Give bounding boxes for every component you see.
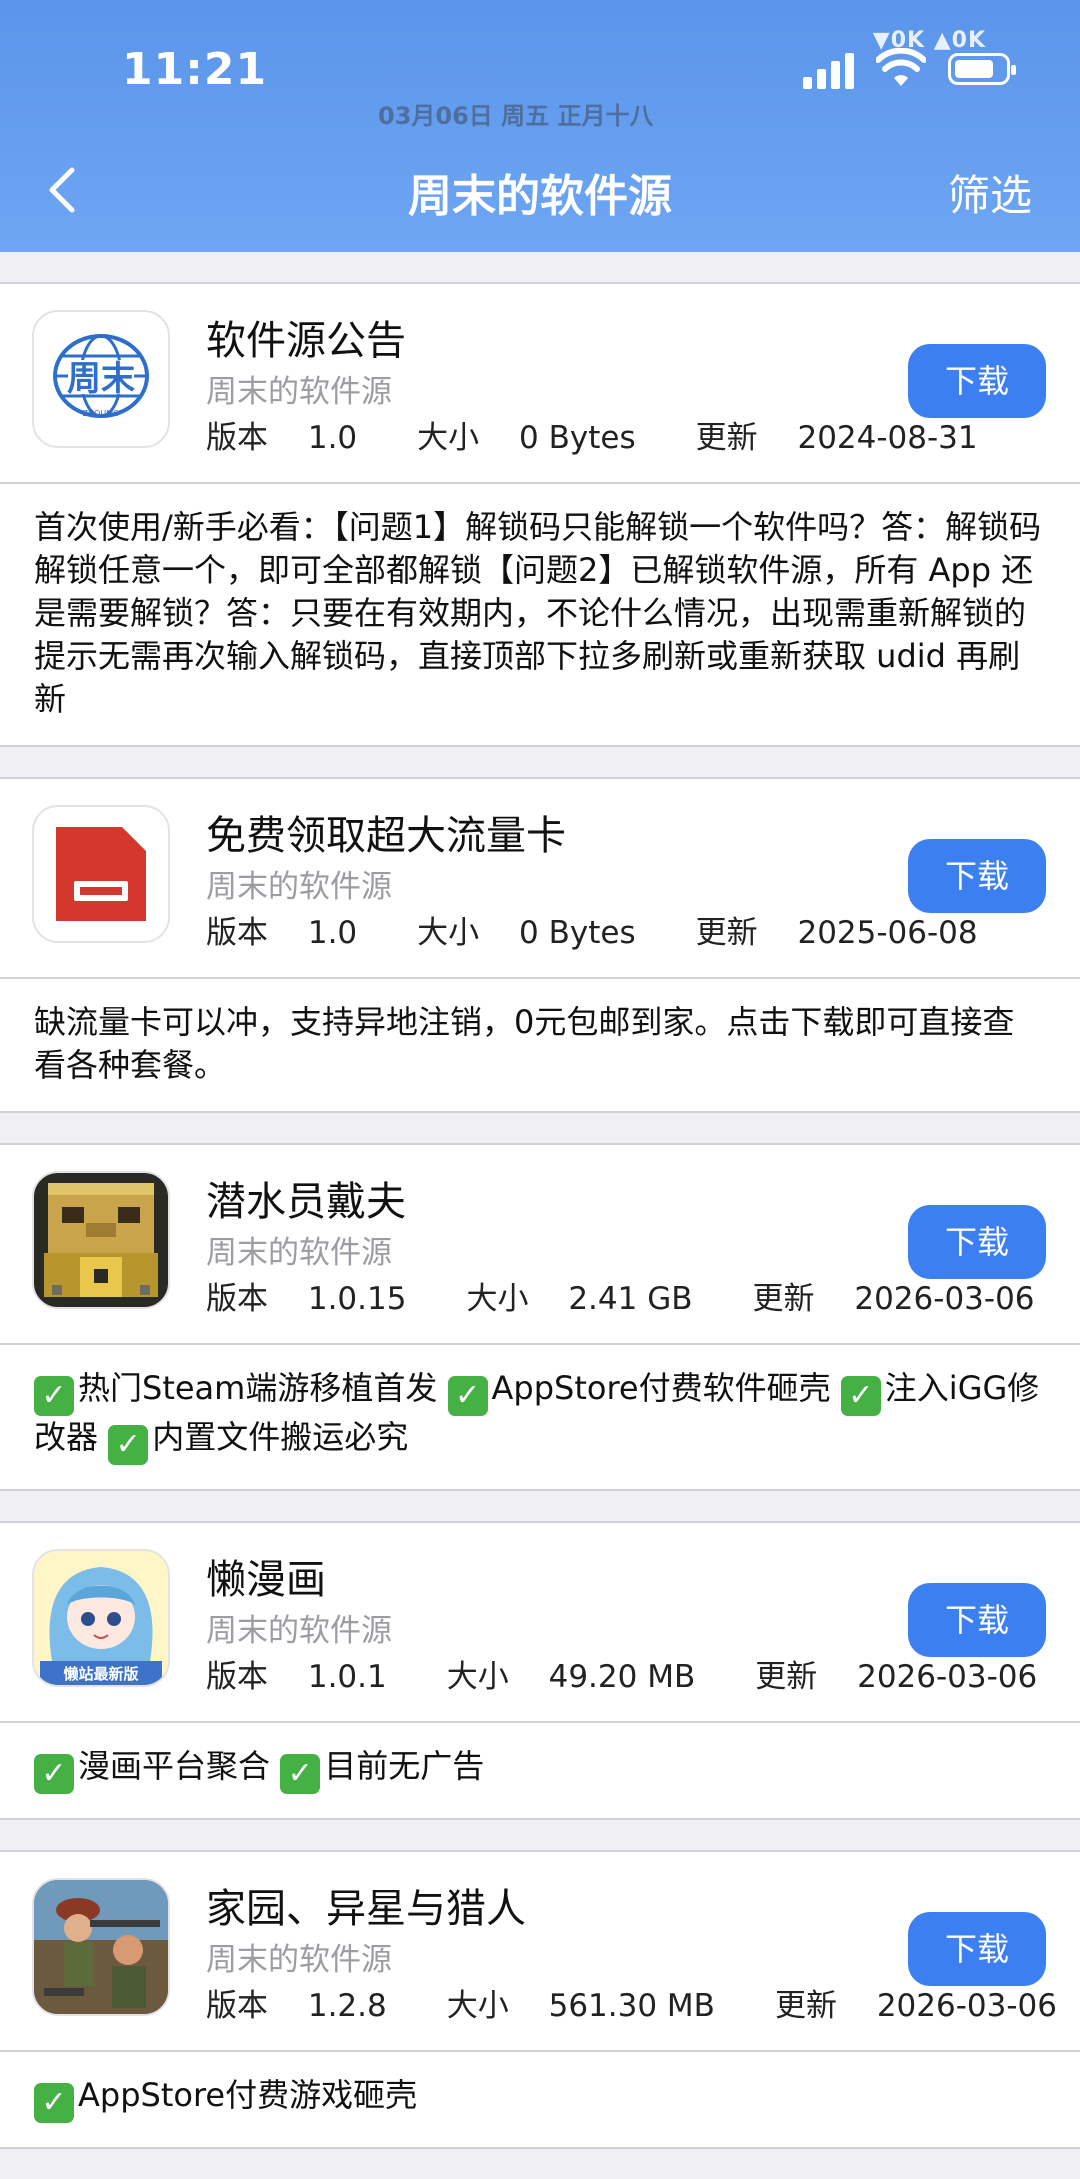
app-name: 软件源公告 [206, 318, 406, 364]
app-card: 免费领取超大流量卡 周末的软件源 版本 1.0 大小 0 Bytes 更新 2025… [0, 777, 1080, 1113]
check-icon: ✓ [34, 1376, 74, 1416]
check-icon: ✓ [34, 2083, 74, 2123]
app-meta: 版本 1.0 大小 0 Bytes 更新 2024-08-31 [206, 420, 978, 456]
battery-icon [948, 53, 1016, 85]
app-features: ✓ AppStore付费游戏砸壳 [0, 2050, 1080, 2147]
app-card: 懒站最新版 懒漫画 周末的软件源 版本 1.0.1 大小 49.20 MB 更新 2… [0, 1521, 1080, 1820]
check-icon: ✓ [447, 1376, 488, 1416]
app-meta: 版本 1.0.1 大小 49.20 MB 更新 2026-03-06 [206, 1659, 1038, 1695]
app-row[interactable]: 周末 ZHOUMO 软件源公告 周末的软件源 版本 1.0 大小 0 Bytes 更… [0, 284, 1080, 482]
app-meta: 版本 1.0 大小 0 Bytes 更新 2025-06-08 [206, 915, 978, 951]
check-icon: ✓ [34, 1754, 74, 1794]
status-date: 03月06日 周五 正月十八 [378, 102, 654, 130]
wifi-icon [876, 48, 926, 86]
sim-card-icon [32, 805, 170, 943]
app-source: 周末的软件源 [206, 1613, 392, 1649]
app-row[interactable]: 潜水员戴夫 周末的软件源 版本 1.0.15 大小 2.41 GB 更新 2026-… [0, 1145, 1080, 1343]
header: 11:21 03月06日 周五 正月十八 ▼0K ▲0K 周末的软件源 筛选 [0, 0, 1080, 252]
app-row[interactable]: 免费领取超大流量卡 周末的软件源 版本 1.0 大小 0 Bytes 更新 2025… [0, 779, 1080, 977]
app-card: 潜水员戴夫 周末的软件源 版本 1.0.15 大小 2.41 GB 更新 2026-… [0, 1143, 1080, 1491]
app-card: 周末 ZHOUMO 软件源公告 周末的软件源 版本 1.0 大小 0 Bytes 更… [0, 282, 1080, 747]
app-meta: 版本 1.0.15 大小 2.41 GB 更新 2026-03-06 [206, 1281, 1035, 1317]
feature-item: ✓ AppStore付费游戏砸壳 [34, 2076, 417, 2123]
app-name: 家园、异星与猎人 [206, 1886, 526, 1932]
app-name: 潜水员戴夫 [206, 1179, 406, 1225]
app-features: ✓ 漫画平台聚合 ✓ 目前无广告 [0, 1721, 1080, 1818]
app-name: 免费领取超大流量卡 [206, 813, 566, 859]
check-icon: ✓ [108, 1425, 149, 1465]
app-features: ✓ 热门Steam端游移植首发 ✓ AppStore付费软件砸壳 ✓ 注入iGG修改器… [0, 1343, 1080, 1489]
app-row[interactable]: 懒站最新版 懒漫画 周末的软件源 版本 1.0.1 大小 49.20 MB 更新 2… [0, 1523, 1080, 1721]
check-icon: ✓ [840, 1376, 881, 1416]
feature-item: ✓ 内置文件搬运必究 [108, 1418, 408, 1465]
feature-item: ✓ 热门Steam端游移植首发 [34, 1369, 437, 1416]
download-button[interactable]: 下载 [908, 839, 1046, 913]
app-description: 首次使用/新手必看：【问题1】解锁码只能解锁一个软件吗？答：解锁码解锁任意一个，… [0, 482, 1080, 745]
app-list: 周末 ZHOUMO 软件源公告 周末的软件源 版本 1.0 大小 0 Bytes 更… [0, 282, 1080, 2179]
diver-dave-icon [32, 1171, 170, 1309]
status-time: 11:21 [122, 44, 268, 95]
status-icons [803, 48, 1016, 90]
app-meta: 版本 1.2.8 大小 561.30 MB 更新 2026-03-06 [206, 1988, 1057, 2024]
feature-item: ✓ AppStore付费软件砸壳 [447, 1369, 831, 1416]
app-source: 周末的软件源 [206, 1235, 392, 1271]
app-description: 缺流量卡可以冲，支持异地注销，0元包邮到家。点击下载即可直接查看各种套餐。 [0, 977, 1080, 1111]
download-button[interactable]: 下载 [908, 1583, 1046, 1657]
globe-zhoumo-icon: 周末 ZHOUMO [32, 310, 170, 448]
feature-item: ✓ 目前无广告 [280, 1747, 484, 1794]
svg-text:ZHOUMO: ZHOUMO [83, 409, 120, 418]
anime-girl-icon: 懒站最新版 [32, 1549, 170, 1687]
feature-item: ✓ 漫画平台聚合 [34, 1747, 270, 1794]
check-icon: ✓ [280, 1754, 321, 1794]
download-button[interactable]: 下载 [908, 1205, 1046, 1279]
app-row[interactable]: 家园、异星与猎人 周末的软件源 版本 1.2.8 大小 561.30 MB 更新 2… [0, 1852, 1080, 2050]
svg-text:懒站最新版: 懒站最新版 [63, 1665, 138, 1683]
app-source: 周末的软件源 [206, 869, 392, 905]
download-button[interactable]: 下载 [908, 1912, 1046, 1986]
soldiers-game-icon [32, 1878, 170, 2016]
app-card: 家园、异星与猎人 周末的软件源 版本 1.2.8 大小 561.30 MB 更新 2… [0, 1850, 1080, 2149]
signal-icon [803, 49, 854, 89]
download-button[interactable]: 下载 [908, 344, 1046, 418]
page-title: 周末的软件源 [408, 171, 672, 222]
app-source: 周末的软件源 [206, 374, 392, 410]
filter-button[interactable]: 筛选 [948, 162, 1032, 223]
app-source: 周末的软件源 [206, 1942, 392, 1978]
app-name: 懒漫画 [206, 1557, 326, 1603]
svg-text:周末: 周末 [67, 359, 135, 399]
